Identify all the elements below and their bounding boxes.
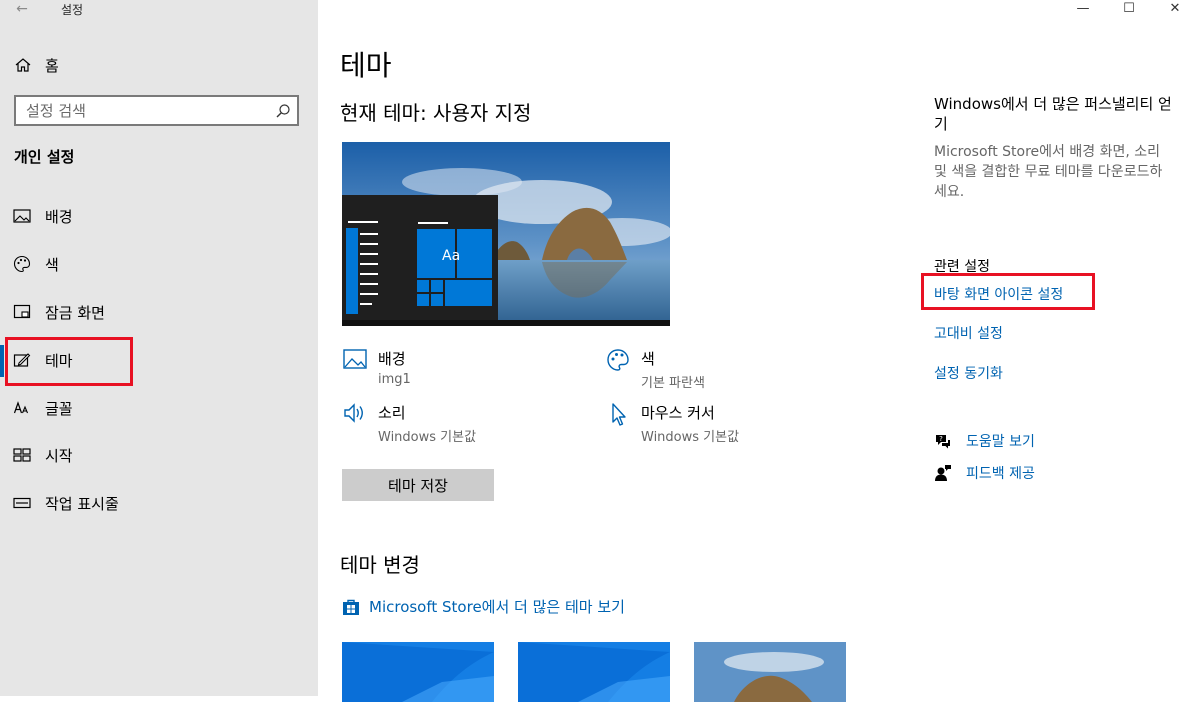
- sidebar-item-lock-screen[interactable]: 잠금 화면: [0, 292, 318, 332]
- property-title: 배경: [378, 350, 406, 368]
- palette-icon: [12, 254, 32, 274]
- save-theme-button[interactable]: 테마 저장: [342, 469, 494, 501]
- current-theme-heading: 현재 테마: 사용자 지정: [340, 101, 532, 125]
- sidebar-item-fonts[interactable]: 글꼴: [0, 388, 318, 428]
- search-input[interactable]: [16, 97, 266, 124]
- store-link-label: Microsoft Store에서 더 많은 테마 보기: [369, 598, 625, 616]
- property-title: 소리: [378, 404, 406, 422]
- back-button[interactable]: ←: [10, 0, 34, 18]
- maximize-button[interactable]: ☐: [1114, 0, 1144, 16]
- theme-property-background[interactable]: 배경 img1: [342, 348, 411, 387]
- start-icon: [12, 445, 32, 465]
- close-button[interactable]: ✕: [1160, 0, 1190, 16]
- page-title: 테마: [340, 49, 392, 82]
- highlight-box: [5, 337, 133, 386]
- personalize-description: Microsoft Store에서 배경 화면, 소리 및 색을 결합한 무료 …: [934, 144, 1163, 200]
- sidebar-item-label: 잠금 화면: [45, 303, 105, 322]
- home-nav-item[interactable]: 홈: [0, 52, 318, 78]
- svg-text:?: ?: [939, 435, 943, 443]
- sidebar-item-label: 색: [45, 255, 59, 274]
- sidebar-item-label: 작업 표시줄: [45, 494, 119, 513]
- image-icon: [12, 206, 32, 226]
- property-value: img1: [378, 372, 411, 387]
- store-themes-link[interactable]: Microsoft Store에서 더 많은 테마 보기: [342, 596, 625, 617]
- theme-thumbnail[interactable]: [518, 642, 670, 702]
- feedback-icon: [934, 464, 952, 482]
- theme-preview-image: Aa: [342, 142, 670, 326]
- feedback-link-label: 피드백 제공: [966, 466, 1035, 482]
- home-label: 홈: [45, 56, 59, 75]
- sidebar: ← 설정 홈 개인 설정 배경 색 잠금 화면: [0, 0, 318, 696]
- maximize-icon: ☐: [1123, 0, 1135, 16]
- minimize-button[interactable]: —: [1068, 0, 1098, 16]
- app-title: 설정: [61, 3, 84, 17]
- get-help-link[interactable]: ? 도움말 보기: [934, 431, 1035, 451]
- help-link-label: 도움말 보기: [966, 434, 1035, 450]
- sidebar-item-label: 글꼴: [45, 399, 73, 418]
- theme-thumbnail[interactable]: [342, 642, 494, 702]
- theme-thumbnail[interactable]: [694, 642, 846, 702]
- minimize-icon: —: [1076, 0, 1090, 16]
- home-icon: [15, 57, 35, 73]
- title-bar: ← 설정: [0, 0, 318, 20]
- property-title: 마우스 커서: [641, 404, 715, 422]
- cursor-icon: [605, 402, 631, 428]
- close-icon: ✕: [1169, 0, 1181, 16]
- section-title: 개인 설정: [14, 148, 75, 166]
- sidebar-item-start[interactable]: 시작: [0, 435, 318, 475]
- theme-property-color[interactable]: 색 기본 파란색: [605, 348, 705, 391]
- highlight-box: [921, 273, 1095, 310]
- speaker-icon: [342, 402, 368, 428]
- sidebar-item-label: 배경: [45, 207, 73, 226]
- store-icon: [342, 598, 360, 616]
- property-value: Windows 기본값: [641, 430, 740, 445]
- sidebar-item-color[interactable]: 색: [0, 244, 318, 284]
- property-title: 색: [641, 350, 655, 368]
- sidebar-item-taskbar[interactable]: 작업 표시줄: [0, 483, 318, 523]
- palette-icon: [605, 348, 631, 374]
- settings-search-box[interactable]: [14, 95, 299, 126]
- theme-property-cursor[interactable]: 마우스 커서 Windows 기본값: [605, 402, 739, 445]
- property-value: 기본 파란색: [641, 376, 705, 391]
- taskbar-icon: [12, 493, 32, 513]
- high-contrast-settings-link[interactable]: 고대비 설정: [934, 323, 1003, 343]
- change-theme-heading: 테마 변경: [340, 553, 420, 577]
- help-chat-icon: ?: [934, 432, 952, 450]
- image-icon: [342, 348, 368, 374]
- back-arrow-icon: ←: [16, 1, 28, 17]
- search-icon[interactable]: [275, 103, 291, 119]
- sidebar-item-background[interactable]: 배경: [0, 196, 318, 236]
- lock-screen-icon: [12, 302, 32, 322]
- font-icon: [12, 398, 32, 418]
- personalize-heading: Windows에서 더 많은 퍼스낼리티 얻기: [934, 95, 1172, 133]
- give-feedback-link[interactable]: 피드백 제공: [934, 463, 1035, 483]
- sync-settings-link[interactable]: 설정 동기화: [934, 363, 1003, 383]
- sidebar-item-label: 시작: [45, 446, 73, 465]
- property-value: Windows 기본값: [378, 430, 477, 445]
- theme-property-sound[interactable]: 소리 Windows 기본값: [342, 402, 476, 445]
- preview-sample-text: Aa: [442, 248, 460, 264]
